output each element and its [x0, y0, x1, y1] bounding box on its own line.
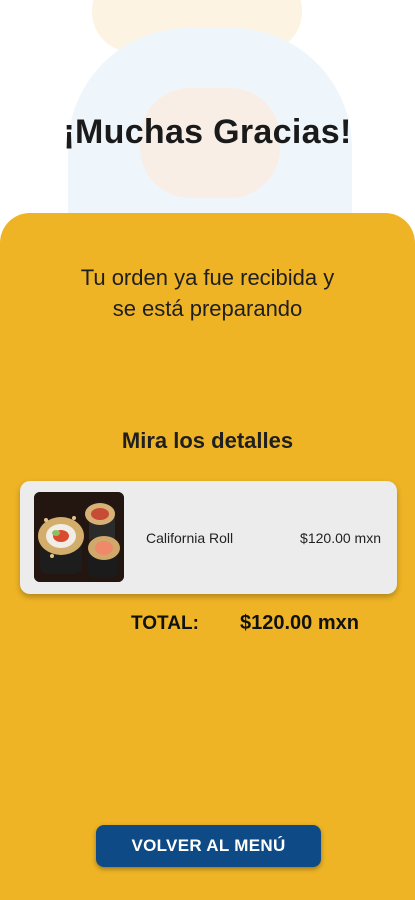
sushi-image-icon: [34, 492, 124, 582]
back-to-menu-button[interactable]: VOLVER AL MENÚ: [96, 825, 321, 867]
page-title: ¡Muchas Gracias!: [63, 113, 352, 151]
confirmation-line-2: se está preparando: [112, 296, 303, 321]
total-label: TOTAL:: [131, 613, 199, 634]
sushi-roll-photo: [34, 492, 124, 582]
confirmation-line-1: Tu orden ya fue recibida y: [80, 265, 335, 290]
item-price: $120.00 mxn: [300, 530, 381, 546]
confirmation-message: Tu orden ya fue recibida y se está prepa…: [0, 262, 415, 324]
order-item-card: California Roll $120.00 mxn: [20, 481, 397, 594]
total-value: $120.00 mxn: [240, 612, 359, 634]
item-name: California Roll: [146, 530, 234, 546]
details-heading: Mira los detalles: [121, 428, 294, 453]
